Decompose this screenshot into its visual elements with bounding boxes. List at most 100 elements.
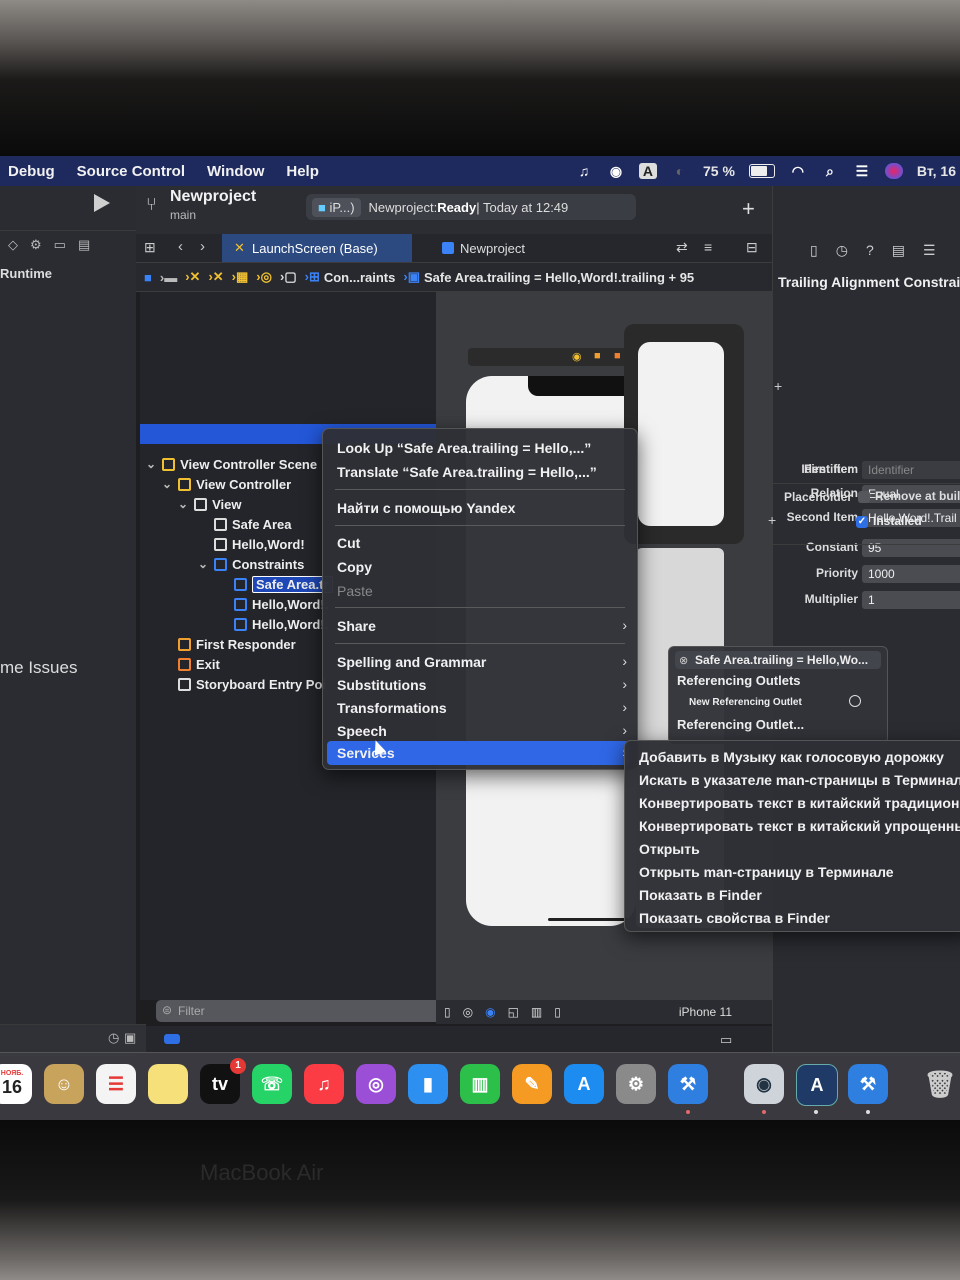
app-store-dock-icon[interactable]: A [564,1064,604,1104]
services-submenu-item[interactable]: Открыть man-страницу в Терминале [639,864,894,880]
music-dock-icon[interactable]: ♫ [304,1064,344,1104]
system-preferences-dock-icon[interactable]: ⚙ [616,1064,656,1104]
lookup-menu-item[interactable]: Look Up “Safe Area.trailing = Hello,...” [337,437,591,459]
attributes-inspector-icon[interactable]: ☰ [923,242,936,259]
tab-newproject[interactable]: Newproject [430,234,600,262]
identity-inspector-icon[interactable]: ▤ [892,242,905,259]
menu-source-control[interactable]: Source Control [77,163,185,180]
outline-row[interactable]: ⌄ View Controller Scene [146,454,317,474]
siri-icon[interactable] [884,163,903,179]
spotlight-icon[interactable]: ⌕ [821,163,839,179]
scheme-selector[interactable]: ■ iP...) [312,197,361,217]
inspector-row-field[interactable]: 95 [862,539,960,557]
jumpbar-folder-icon[interactable]: ›▬ [160,270,177,285]
whatsapp-dock-icon[interactable]: ☏ [252,1064,292,1104]
numbers-dock-icon[interactable]: ▥ [460,1064,500,1104]
tab-launchscreen[interactable]: ✕ LaunchScreen (Base) [222,234,412,262]
substitutions-menu-item[interactable]: Substitutions [337,674,426,696]
menu-window[interactable]: Window [207,163,264,180]
control-center-icon[interactable]: ☰ [853,163,871,179]
jumpbar-current[interactable]: Safe Area.trailing = Hello,Word!.trailin… [424,270,694,285]
add-constant-variation-icon[interactable]: + [774,378,782,394]
reminders-dock-icon[interactable]: ☰ [96,1064,136,1104]
secondary-phone[interactable] [638,342,724,526]
exit-dock-icon[interactable]: ■ [614,350,621,362]
jumpbar-storyboard-icon[interactable]: ›✕ [185,269,200,285]
inspector-row-field[interactable]: 1000 [862,565,960,583]
jumpbar-constraint-icon[interactable]: ›▣ [403,269,420,285]
outline-row[interactable]: First Responder [178,634,296,654]
close-popup-icon[interactable]: ⊗ [679,654,688,667]
add-editor-icon[interactable]: ⊟ [746,239,758,256]
project-name[interactable]: Newproject [170,188,256,206]
menu-debug[interactable]: Debug [8,163,55,180]
transformations-menu-item[interactable]: Transformations [337,697,447,719]
appearance-icon[interactable]: ◎ [463,1005,473,1019]
document-outline-toggle-icon[interactable]: ▯ [444,1005,451,1019]
debug-navigator-icon[interactable]: ⚙ [30,237,42,253]
jumpbar-storyboard-base-icon[interactable]: ›✕ [208,269,223,285]
disclosure-chevron-icon[interactable]: ⌄ [162,477,172,491]
close-tab-icon[interactable]: ✕ [234,241,246,254]
outline-row[interactable]: Hello,Word!. [234,614,328,634]
xcode-beta-dock-icon[interactable]: ⚒ [848,1064,888,1104]
jumpbar-segment[interactable]: Con...raints [324,270,396,285]
forward-icon[interactable]: › [200,238,205,255]
disclosure-chevron-icon[interactable]: ⌄ [198,557,208,571]
outline-row[interactable]: ⌄ View [178,494,241,514]
instruments-dock-icon[interactable]: A [796,1064,838,1106]
installed-checkbox[interactable]: ✓ [856,515,868,528]
podcasts-dock-icon[interactable]: ◎ [356,1064,396,1104]
airplay-icon[interactable]: ♫ [575,163,593,179]
outline-row[interactable]: ⌄ Constraints [198,554,304,574]
outline-row[interactable]: ⌄ View Controller [162,474,291,494]
report-navigator-icon[interactable]: ▤ [78,237,90,253]
services-submenu-item[interactable]: Искать в указателе man-страницы в Термин… [639,772,960,788]
jumpbar-project-icon[interactable]: ■ [144,270,152,285]
outline-filter-input[interactable]: Filter [156,1000,448,1022]
copy-menu-item[interactable]: Copy [337,556,372,578]
remove-at-build-checkbox[interactable] [858,490,870,503]
filter-options-icon[interactable]: ▣ [124,1030,136,1046]
editor-options-icon[interactable]: ≡ [704,239,712,255]
disclosure-chevron-icon[interactable]: ⌄ [146,457,156,471]
focus-icon[interactable]: ◐ [671,163,689,179]
services-submenu-item[interactable]: Открыть [639,841,700,857]
back-icon[interactable]: ‹ [178,238,183,255]
clock[interactable]: Вт, 16 [917,163,956,179]
xcode-dock-icon[interactable]: ⚒ [668,1064,708,1104]
outline-row[interactable]: Hello,Word! [214,534,305,554]
wifi-icon[interactable]: ◠ [789,163,807,179]
paste-menu-item[interactable]: Paste [337,580,373,602]
run-button[interactable] [94,194,110,212]
add-library-button[interactable]: + [742,196,755,222]
keynote-dock-icon[interactable]: ▮ [408,1064,448,1104]
apple-tv-dock-icon[interactable]: tv 1 [200,1058,246,1104]
cut-menu-item[interactable]: Cut [337,532,360,554]
breakpoint-navigator-icon[interactable]: ◇ [8,237,18,253]
play-circle-icon[interactable]: ◉ [607,163,625,179]
tag-icon[interactable]: ▭ [54,237,66,253]
pages-dock-icon[interactable]: ✎ [512,1064,552,1104]
outline-row[interactable]: Storyboard Entry Poi [178,674,326,694]
jumpbar-view-icon[interactable]: ›▢ [280,269,297,285]
orientation-icon[interactable]: ◱ [508,1005,519,1019]
device-layout-icon[interactable]: ▥ [531,1005,542,1019]
outline-row[interactable]: Safe Area [214,514,292,534]
outlet-connect-circle[interactable] [849,695,861,707]
history-inspector-icon[interactable]: ◷ [836,242,848,259]
outline-row[interactable]: Safe Area.tr [234,574,333,594]
related-items-icon[interactable]: ⇄ [676,239,688,256]
services-submenu-item[interactable]: Конвертировать текст в китайский упрощен… [639,818,960,834]
trash-dock-icon[interactable]: 🗑 [920,1064,960,1104]
identifier-field[interactable]: Identifier [862,461,960,479]
help-inspector-icon[interactable]: ? [866,242,874,259]
translate-menu-item[interactable]: Translate “Safe Area.trailing = Hello,..… [337,461,597,483]
input-source-icon[interactable]: A [638,163,657,179]
device-icon[interactable]: ▯ [554,1005,561,1019]
disclosure-chevron-icon[interactable]: ⌄ [178,497,188,511]
file-inspector-icon[interactable]: ▯ [810,242,818,259]
jumpbar-vc-icon[interactable]: ›◎ [256,269,272,285]
interface-style-icon[interactable]: ◉ [485,1005,495,1019]
debug-indicator[interactable] [164,1034,180,1044]
